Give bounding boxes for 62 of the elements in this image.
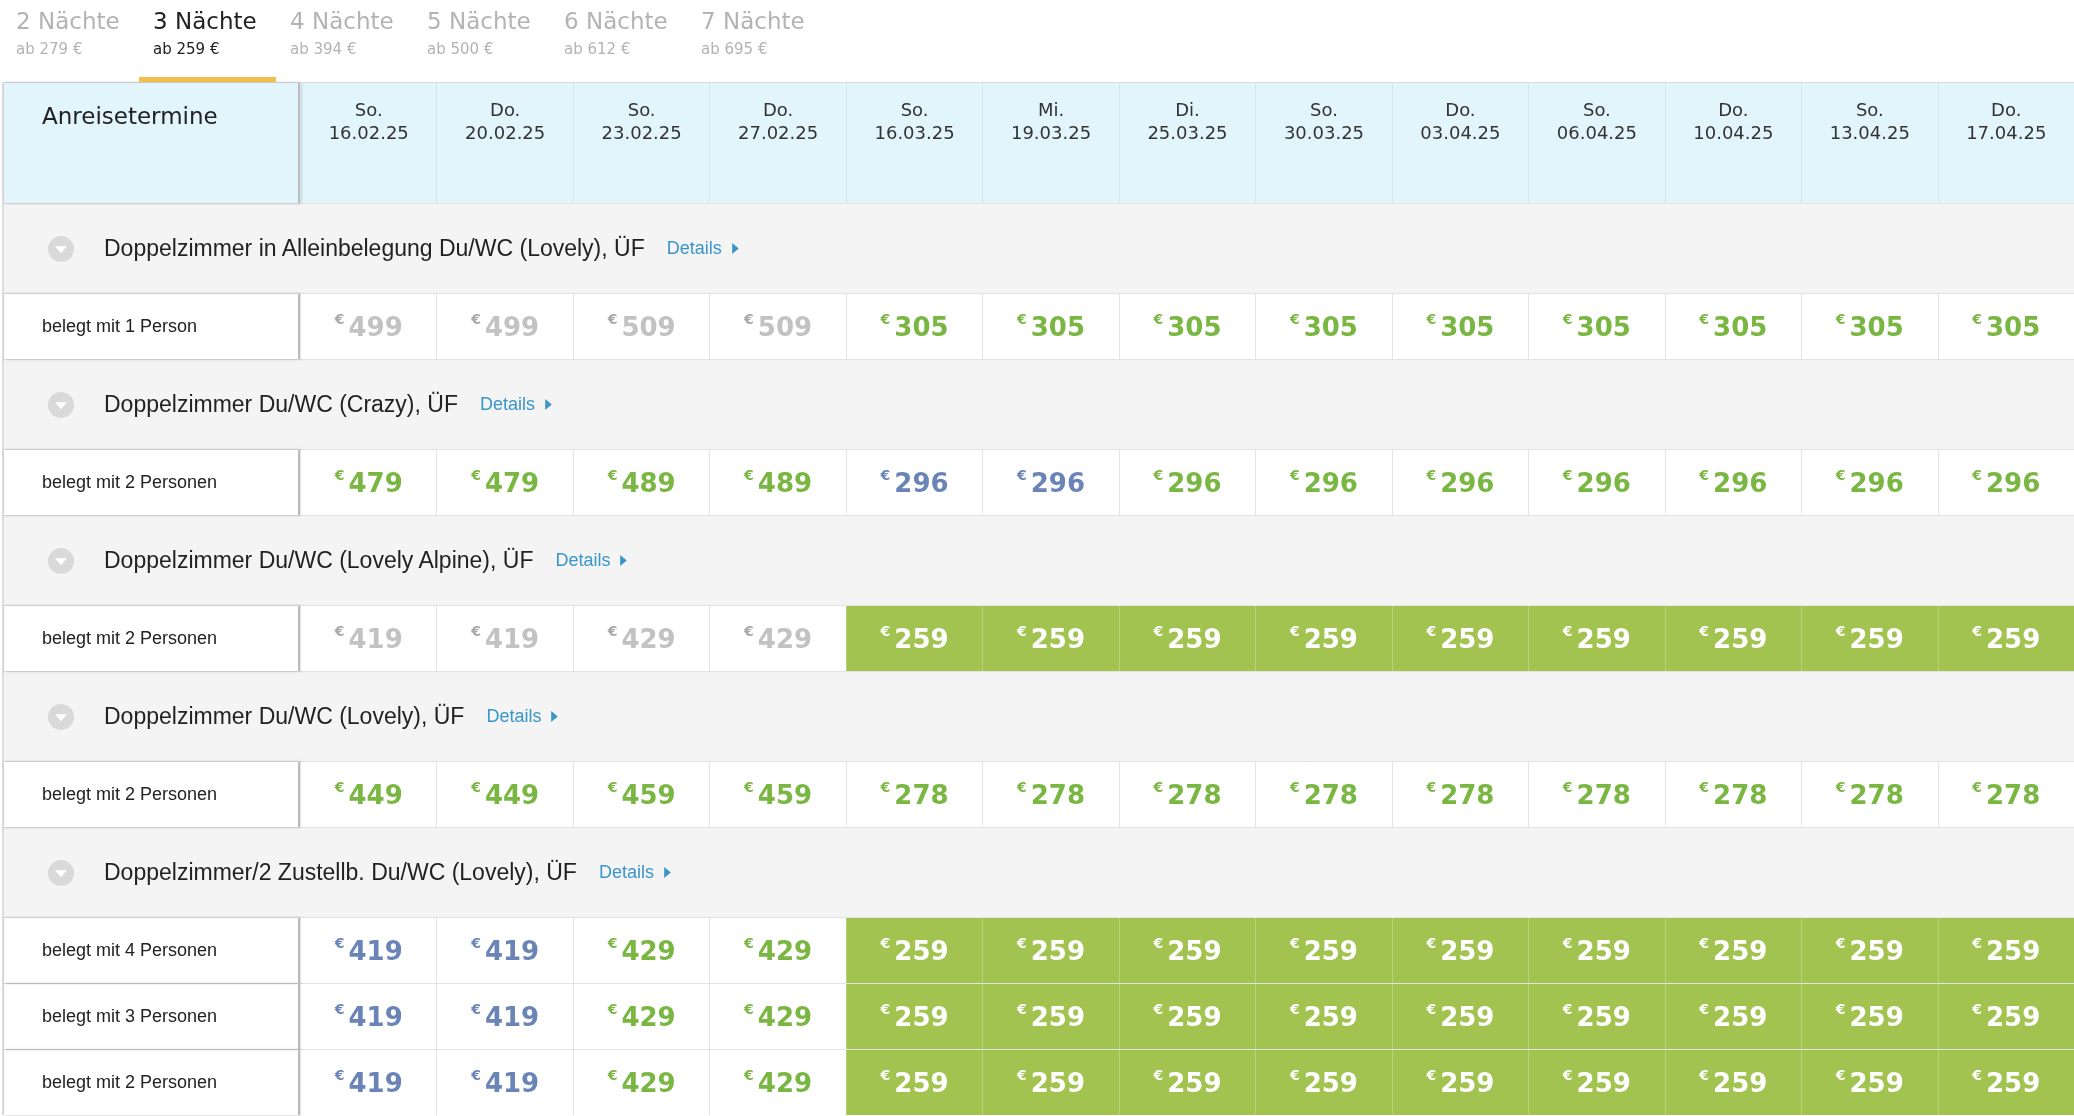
room-title: Doppelzimmer Du/WC (Lovely), ÜF [104,703,465,730]
price-cell[interactable]: $^{€}$259 [1937,918,2074,983]
price-cell[interactable]: $^{€}$259 [1391,1050,1529,1115]
price-cell[interactable]: $^{€}$259 [1801,918,1938,983]
price-cell[interactable]: $^{€}$259 [1937,1050,2074,1115]
room-title: Doppelzimmer in Alleinbelegung Du/WC (Lovely), ÜF [104,235,645,262]
price-cell[interactable]: $^{€}$259 [982,1050,1119,1115]
price-cell[interactable]: $^{€}$259 [845,918,983,983]
price-cell[interactable]: $^{€}$259 [1664,918,1802,983]
caret-icon [620,555,628,566]
nights-tab[interactable]: 4 Nächte ab 394 € [276,0,413,82]
price-cell[interactable]: $^{€}$259 [1937,984,2074,1049]
price-cell[interactable]: $^{€}$259 [982,984,1119,1049]
details-link[interactable]: Details [666,238,739,259]
price-cell[interactable]: $^{€}$259 [845,984,983,1049]
collapse-icon[interactable] [48,703,74,730]
price-cell[interactable]: $^{€}$259 [1528,1050,1665,1115]
price-cell[interactable]: $^{€}$259 [1255,1050,1392,1115]
price-cell[interactable]: $^{€}$259 [1255,984,1392,1049]
price-cell[interactable]: $^{€}$259 [1391,606,1529,671]
nights-tab[interactable]: 6 Nächte ab 612 € [550,0,687,82]
caret-icon [551,711,559,722]
price-cell[interactable]: $^{€}$259 [1801,606,1938,671]
price-cell[interactable]: $^{€}$259 [1801,984,1938,1049]
collapse-icon[interactable] [48,391,74,418]
collapse-icon[interactable] [48,547,74,574]
nights-tab[interactable]: 7 Nächte ab 695 € [687,0,824,82]
details-link[interactable]: Details [555,550,628,571]
price-cell[interactable]: $^{€}$259 [982,606,1119,671]
price-cell[interactable]: $^{€}$259 [1937,606,2074,671]
price-cell[interactable]: $^{€}$259 [1801,1050,1938,1115]
nights-tab[interactable]: 3 Nächte ab 259 € [139,0,276,82]
caret-icon [663,867,671,878]
price-cell[interactable]: $^{€}$259 [1391,984,1529,1049]
room-title: Doppelzimmer Du/WC (Crazy), ÜF [104,391,458,418]
nights-tab[interactable]: 2 Nächte ab 279 € [2,0,139,82]
price-cell[interactable]: $^{€}$259 [1255,606,1392,671]
price-cell[interactable]: $^{€}$259 [1664,606,1802,671]
room-title: Doppelzimmer/2 Zustellb. Du/WC (Lovely), ÜF [104,859,577,886]
nights-tab[interactable]: 5 Nächte ab 500 € [413,0,550,82]
price-cell[interactable]: $^{€}$259 [1255,918,1392,983]
price-cell[interactable]: $^{€}$259 [845,1050,983,1115]
price-cell[interactable]: $^{€}$259 [1118,918,1256,983]
price-cell[interactable]: $^{€}$259 [1528,918,1665,983]
details-link[interactable]: Details [486,706,559,727]
details-link[interactable]: Details [480,394,552,415]
price-cell[interactable]: $^{€}$259 [1664,1050,1802,1115]
collapse-icon[interactable] [48,859,74,886]
caret-icon [545,399,552,410]
price-cell[interactable]: $^{€}$259 [1391,918,1529,983]
room-title: Doppelzimmer Du/WC (Lovely Alpine), ÜF [104,547,534,574]
price-cell[interactable]: $^{€}$259 [1528,984,1665,1049]
price-cell[interactable]: $^{€}$259 [982,918,1119,983]
price-cell[interactable]: $^{€}$259 [1528,606,1665,671]
price-cell[interactable]: $^{€}$259 [1118,606,1256,671]
price-cell[interactable]: $^{€}$259 [1118,1050,1256,1115]
details-link[interactable]: Details [598,862,671,883]
price-cell[interactable]: $^{€}$259 [1664,984,1802,1049]
caret-icon [731,243,739,254]
collapse-icon[interactable] [48,235,74,262]
price-cell[interactable]: $^{€}$259 [845,606,983,671]
price-cell[interactable]: $^{€}$259 [1118,984,1256,1049]
